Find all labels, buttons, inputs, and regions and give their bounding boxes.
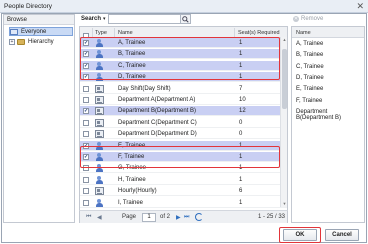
selected-list-item[interactable]: C, Trainee — [296, 64, 364, 71]
prev-page-icon[interactable]: ◀ — [97, 214, 102, 221]
browse-header: Browse — [4, 15, 74, 25]
row-name: Hourly(Hourly) — [118, 188, 157, 195]
ok-button[interactable]: OK — [283, 229, 317, 241]
table-row[interactable]: Department D(Department D) 0 — [80, 129, 287, 140]
row-checkbox[interactable] — [83, 119, 89, 126]
grid-pager: ⏮ ◀ Page 1 of 2 ▶ ⏭ 1 - 25 / 33 — [79, 210, 288, 223]
selected-list-item[interactable]: A, Trainee — [296, 41, 364, 48]
table-row[interactable]: Hourly(Hourly) 6 — [80, 186, 287, 197]
last-page-icon[interactable]: ⏭ — [184, 214, 189, 221]
scroll-down-icon[interactable]: ▼ — [281, 201, 288, 207]
cancel-button[interactable]: Cancel — [325, 229, 359, 241]
row-name: Day Shift(Day Shift) — [118, 85, 171, 92]
column-header-seats[interactable]: Seat(s) Required — [238, 30, 280, 36]
row-name: Department B(Department B) — [118, 108, 197, 115]
row-name: I, Trainee — [118, 199, 144, 206]
table-row[interactable]: I, Trainee 1 — [80, 198, 287, 208]
selected-list-item[interactable]: D, Trainee — [296, 75, 364, 82]
search-icon — [182, 15, 189, 23]
remove-button[interactable]: ✕ Remove — [293, 16, 323, 22]
row-checkbox[interactable] — [83, 188, 89, 195]
row-name: Department A(Department A) — [118, 97, 196, 103]
scroll-thumb[interactable] — [282, 49, 287, 109]
row-seats: 1 — [239, 199, 243, 206]
position-icon — [95, 107, 104, 116]
selected-list-header: Name — [292, 27, 364, 38]
highlight-outline-group1 — [80, 37, 280, 80]
row-checkbox[interactable] — [83, 131, 89, 138]
row-seats: 0 — [239, 131, 243, 138]
browse-panel: Browse Everyone + Hierarchy — [3, 14, 75, 223]
row-seats: 10 — [239, 97, 246, 103]
table-row[interactable]: Department A(Department A) 10 — [80, 95, 287, 105]
expand-icon[interactable]: + — [9, 38, 15, 45]
tree-node-label: Hierarchy — [28, 38, 54, 45]
first-page-icon[interactable]: ⏮ — [86, 214, 91, 221]
page-summary: 1 - 25 / 33 — [258, 214, 286, 220]
tree-node-everyone[interactable]: Everyone — [9, 27, 73, 36]
selected-list-item[interactable]: E, Trainee — [296, 86, 364, 93]
position-icon — [95, 187, 104, 196]
table-row[interactable]: Department C(Department C) 0 — [80, 118, 287, 128]
page-label: Page — [122, 214, 137, 220]
remove-icon: ✕ — [293, 16, 299, 22]
position-icon — [95, 96, 104, 104]
highlight-outline-group2 — [80, 146, 280, 168]
selected-list-item[interactable]: B, Trainee — [296, 52, 364, 59]
refresh-icon[interactable] — [195, 213, 203, 221]
remove-label: Remove — [301, 16, 324, 22]
position-icon — [95, 118, 104, 127]
tree-node-label: Everyone — [21, 28, 47, 35]
close-icon[interactable]: ✕ — [356, 1, 364, 12]
row-checkbox[interactable] — [83, 199, 89, 206]
search-button[interactable] — [181, 14, 191, 24]
row-seats: 0 — [239, 119, 243, 126]
page-number-input[interactable]: 1 — [142, 213, 156, 222]
table-row[interactable]: Day Shift(Day Shift) 7 — [80, 84, 287, 94]
row-seats: 1 — [239, 176, 243, 183]
row-name: Department D(Department D) — [118, 131, 197, 138]
position-icon — [95, 130, 104, 139]
dialog-title: People Directory — [4, 3, 53, 10]
page-count-label: of 2 — [160, 214, 171, 220]
grid-scrollbar[interactable]: ▲ ▼ — [280, 37, 287, 207]
person-icon — [95, 175, 104, 184]
selected-list-item[interactable]: F, Trainee — [296, 98, 364, 105]
row-name: Department C(Department C) — [118, 119, 197, 126]
row-checkbox[interactable] — [83, 97, 89, 103]
tree-node-hierarchy[interactable]: + Hierarchy — [9, 37, 54, 46]
selected-list: Name A, Trainee B, Trainee C, Trainee D, Tr… — [291, 26, 365, 223]
row-checkbox[interactable]: ✓ — [83, 108, 89, 115]
row-name: H, Trainee — [118, 176, 146, 183]
hierarchy-folder-icon — [17, 38, 25, 45]
person-icon — [95, 198, 104, 207]
search-filter-dropdown[interactable]: ▾ — [103, 16, 106, 22]
next-page-icon[interactable]: ▶ — [176, 214, 181, 221]
row-seats: 6 — [239, 188, 243, 195]
scroll-up-icon[interactable]: ▲ — [281, 37, 288, 43]
everyone-icon — [10, 28, 18, 35]
row-seats: 12 — [239, 108, 246, 115]
row-seats: 7 — [239, 85, 243, 92]
selected-list-item[interactable]: Department B(Department B) — [296, 109, 364, 122]
table-row[interactable]: H, Trainee 1 — [80, 175, 287, 185]
dialog-titlebar: People Directory ✕ — [0, 0, 368, 13]
row-checkbox[interactable] — [83, 176, 89, 183]
column-header-name[interactable]: Name — [118, 30, 133, 36]
search-input[interactable] — [108, 14, 181, 24]
column-header-type[interactable]: Type — [95, 30, 107, 36]
row-checkbox[interactable] — [83, 85, 89, 92]
table-row[interactable]: ✓ Department B(Department B) 12 — [80, 106, 287, 117]
search-label: Search — [81, 16, 102, 22]
position-icon — [95, 84, 104, 93]
